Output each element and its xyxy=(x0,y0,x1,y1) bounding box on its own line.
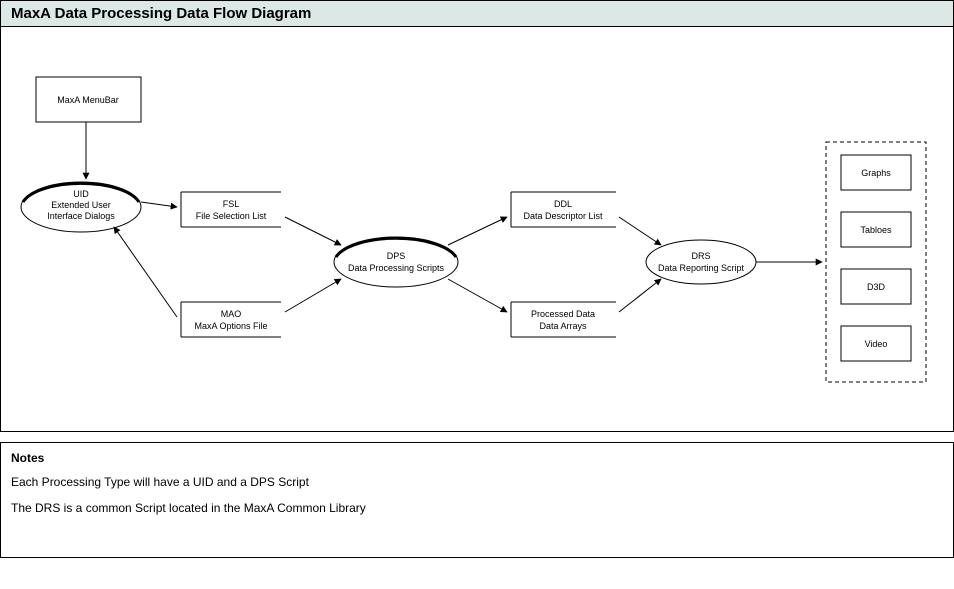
title-bar: MaxA Data Processing Data Flow Diagram xyxy=(0,0,954,27)
node-menubar: MaxA MenuBar xyxy=(36,77,141,122)
output-graphs: Graphs xyxy=(841,155,911,190)
out1-label: Graphs xyxy=(861,168,891,178)
out2-label: Tabloes xyxy=(860,225,892,235)
fsl-label-2: File Selection List xyxy=(196,211,267,221)
mao-label-2: MaxA Options File xyxy=(194,321,267,331)
notes-line-2: The DRS is a common Script located in th… xyxy=(11,501,943,515)
notes-line-1: Each Processing Type will have a UID and… xyxy=(11,475,943,489)
notes-heading: Notes xyxy=(11,451,943,465)
node-uid: UID Extended User Interface Dialogs xyxy=(21,182,141,232)
pda-label-1: Processed Data xyxy=(531,309,595,319)
dps-label-1: DPS xyxy=(387,251,406,261)
uid-label-2: Extended User xyxy=(51,200,111,210)
diagram-panel: MaxA MenuBar UID Extended User Interface… xyxy=(0,27,954,432)
node-dps: DPS Data Processing Scripts xyxy=(334,237,458,287)
output-d3d: D3D xyxy=(841,269,911,304)
menubar-label: MaxA MenuBar xyxy=(57,95,119,105)
drs-label-2: Data Reporting Script xyxy=(658,263,745,273)
pda-label-2: Data Arrays xyxy=(539,321,587,331)
dps-label-2: Data Processing Scripts xyxy=(348,263,445,273)
out4-label: Video xyxy=(865,339,888,349)
out3-label: D3D xyxy=(867,282,886,292)
node-mao: MAO MaxA Options File xyxy=(181,302,281,337)
outputs-group: Graphs Tabloes D3D Video xyxy=(826,142,926,382)
output-tables: Tabloes xyxy=(841,212,911,247)
uid-label-1: UID xyxy=(73,189,89,199)
node-fsl: FSL File Selection List xyxy=(181,192,281,227)
drs-label-1: DRS xyxy=(691,251,710,261)
fsl-label-1: FSL xyxy=(223,199,240,209)
notes-panel: Notes Each Processing Type will have a U… xyxy=(0,442,954,558)
node-pda: Processed Data Data Arrays xyxy=(511,302,616,337)
output-video: Video xyxy=(841,326,911,361)
mao-label-1: MAO xyxy=(221,309,242,319)
node-ddl: DDL Data Descriptor List xyxy=(511,192,616,227)
ddl-label-2: Data Descriptor List xyxy=(523,211,603,221)
uid-label-3: Interface Dialogs xyxy=(47,211,115,221)
node-drs: DRS Data Reporting Script xyxy=(646,240,756,284)
ddl-label-1: DDL xyxy=(554,199,572,209)
page-title: MaxA Data Processing Data Flow Diagram xyxy=(11,5,311,22)
flow-diagram: MaxA MenuBar UID Extended User Interface… xyxy=(1,27,953,432)
